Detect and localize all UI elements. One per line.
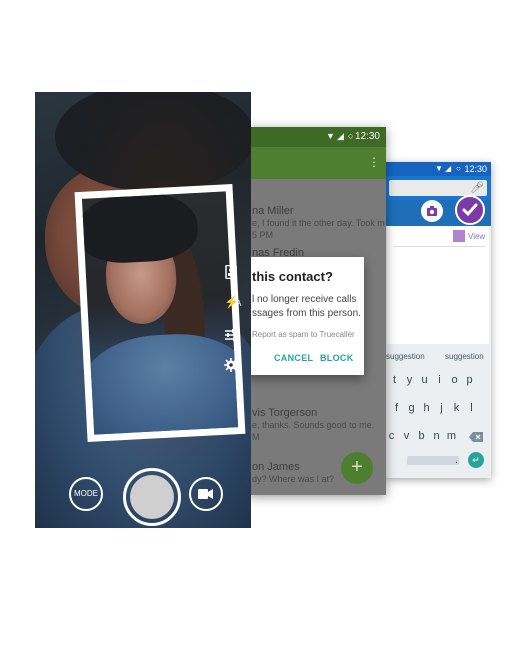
list-item[interactable]: on James dy? Where was I at? bbox=[248, 459, 338, 489]
settings-icon[interactable] bbox=[224, 358, 238, 372]
key[interactable]: f bbox=[390, 402, 403, 414]
signal-icon: ◢ bbox=[337, 131, 344, 141]
photo-jacket bbox=[81, 330, 239, 435]
key[interactable]: t bbox=[388, 374, 401, 386]
sliders-icon[interactable] bbox=[224, 328, 238, 342]
key[interactable]: g bbox=[405, 402, 418, 414]
dialog-body-line-1: l no longer receive calls bbox=[252, 294, 357, 305]
report-spam-checkbox[interactable]: Report as spam to Truecaller bbox=[252, 330, 355, 339]
contact-name: on James bbox=[252, 461, 300, 473]
photo-preview bbox=[81, 191, 239, 435]
view-link[interactable]: View bbox=[468, 232, 485, 241]
key[interactable]: b bbox=[415, 430, 428, 442]
status-bar: ▼ ◢ ○ 12:30 bbox=[248, 127, 386, 147]
key[interactable]: n bbox=[430, 430, 443, 442]
message-preview: e, I found it the other day. Took m bbox=[252, 218, 385, 228]
search-input[interactable]: 🎤︎ bbox=[389, 180, 487, 196]
message-preview: e, thanks. Sounds good to me. bbox=[252, 420, 375, 430]
mic-icon[interactable]: 🎤︎ bbox=[470, 181, 484, 194]
video-button[interactable] bbox=[189, 477, 223, 511]
dialog-body-line-2: ssages from this person. bbox=[252, 308, 361, 319]
toolbar: ⋮ bbox=[248, 147, 386, 179]
flash-auto-icon[interactable]: ⚡ A bbox=[224, 295, 241, 309]
add-button[interactable]: + bbox=[341, 452, 373, 484]
check-icon bbox=[462, 203, 478, 217]
key[interactable]: y bbox=[403, 374, 416, 386]
battery-icon: ○ bbox=[456, 164, 461, 173]
onenote-icon bbox=[453, 230, 465, 242]
cancel-button[interactable]: CANCEL bbox=[274, 353, 313, 363]
message-time: 5 PM bbox=[252, 230, 274, 240]
period-key[interactable]: . bbox=[450, 454, 463, 466]
key[interactable]: i bbox=[433, 374, 446, 386]
key[interactable]: j bbox=[435, 402, 448, 414]
truecaller-screen: ▼ ◢ ○ 12:30 ⋮ na Miller e, I found it th… bbox=[248, 127, 386, 495]
key[interactable]: m bbox=[445, 430, 458, 442]
block-contact-dialog: this contact? l no longer receive calls … bbox=[248, 257, 364, 375]
suggestion-2[interactable]: suggestion bbox=[445, 352, 484, 361]
suggestion-1[interactable]: suggestion bbox=[386, 352, 425, 361]
key[interactable]: k bbox=[450, 402, 463, 414]
camera-screen: ⚡ A MODE bbox=[35, 92, 251, 528]
key[interactable]: o bbox=[448, 374, 461, 386]
status-time: 12:30 bbox=[354, 131, 380, 142]
keyboard-app-screen: ▼ ◢ ○ 12:30 🎤︎ View suggestion suggestio… bbox=[385, 162, 491, 478]
message-preview: dy? Where was I at? bbox=[252, 474, 335, 484]
signal-icon: ◢ bbox=[445, 164, 452, 173]
block-button[interactable]: BLOCK bbox=[320, 353, 354, 363]
camera-icon bbox=[427, 206, 437, 216]
enter-icon[interactable]: ↵ bbox=[468, 452, 484, 468]
battery-icon: ○ bbox=[348, 131, 354, 141]
key[interactable]: u bbox=[418, 374, 431, 386]
photo-preview-frame[interactable] bbox=[74, 184, 246, 442]
key[interactable]: v bbox=[400, 430, 413, 442]
key[interactable]: l bbox=[465, 402, 478, 414]
divider bbox=[393, 246, 485, 247]
key[interactable]: h bbox=[420, 402, 433, 414]
shutter-button[interactable] bbox=[130, 475, 174, 519]
suggestion-strip: suggestion suggestion bbox=[385, 346, 491, 366]
onenote-card: View bbox=[387, 226, 489, 344]
camera-button[interactable] bbox=[421, 200, 443, 222]
backspace-icon[interactable] bbox=[469, 432, 483, 442]
message-time: M bbox=[252, 432, 260, 442]
status-time: 12:30 bbox=[464, 164, 487, 174]
list-item[interactable]: na Miller e, I found it the other day. T… bbox=[248, 185, 386, 240]
confirm-button[interactable] bbox=[455, 195, 485, 225]
video-camera-icon bbox=[198, 489, 213, 499]
mode-button[interactable]: MODE bbox=[69, 477, 103, 511]
status-bar: ▼ ◢ ○ 12:30 bbox=[385, 162, 491, 176]
list-item[interactable]: vis Torgerson e, thanks. Sounds good to … bbox=[248, 403, 386, 443]
key[interactable]: c bbox=[385, 430, 398, 442]
wifi-icon: ▼ bbox=[435, 164, 443, 173]
portrait-icon[interactable] bbox=[224, 265, 238, 279]
contact-name: vis Torgerson bbox=[252, 407, 318, 419]
wifi-icon: ▼ bbox=[326, 131, 335, 141]
contact-name: na Miller bbox=[252, 205, 294, 217]
key[interactable]: p bbox=[463, 374, 476, 386]
more-options-icon[interactable]: ⋮ bbox=[368, 155, 380, 169]
dialog-title: this contact? bbox=[252, 269, 333, 284]
keyboard: t y u i o p f g h j k l c v b n m . ↵ bbox=[385, 366, 491, 478]
